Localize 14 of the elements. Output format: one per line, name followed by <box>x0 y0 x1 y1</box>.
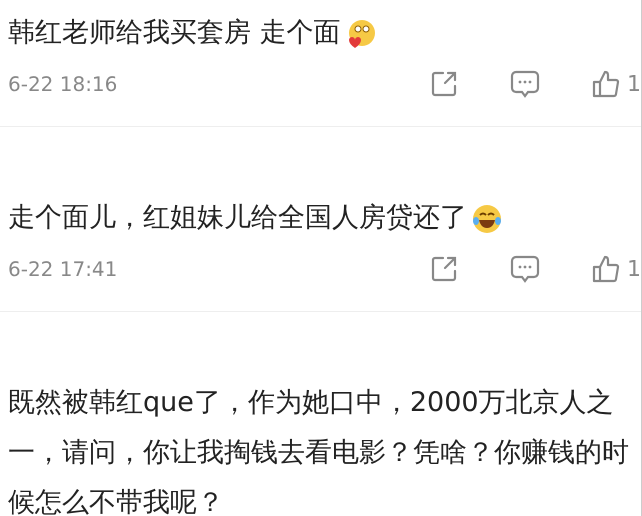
comment-text: 走个面儿，红姐妹儿给全国人房贷还了 <box>8 193 641 243</box>
comment-icon[interactable] <box>509 68 541 100</box>
timestamp: 6-22 18:16 <box>8 71 118 98</box>
thumbs-up-icon[interactable] <box>591 69 621 99</box>
timestamp: 6-22 17:41 <box>8 256 118 283</box>
share-icon[interactable] <box>429 254 459 284</box>
comment-icon[interactable] <box>509 253 541 285</box>
comment-text: 韩红老师给我买套房 走个面 <box>8 8 641 58</box>
thumbs-up-icon[interactable] <box>591 254 621 284</box>
share-icon[interactable] <box>429 69 459 99</box>
comment-text: 既然被韩红que了，作为她口中，2000万北京人之一，请问，你让我掏钱去看电影？凭啥？你赚钱的时候怎么不带我呢？ <box>8 386 630 516</box>
like-count: 1 <box>627 256 641 284</box>
laughing-face-icon <box>471 202 503 235</box>
like-count: 1 <box>627 70 641 98</box>
